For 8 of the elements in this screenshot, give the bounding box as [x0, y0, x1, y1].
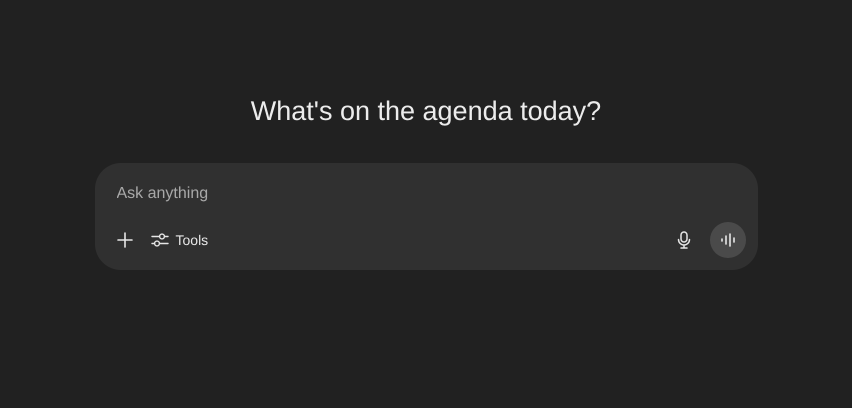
waveform-icon [720, 233, 736, 247]
prompt-input-field[interactable]: Ask anything [116, 181, 746, 207]
tools-button[interactable]: Tools [150, 226, 208, 254]
sliders-icon [150, 232, 168, 248]
plus-icon [116, 232, 132, 248]
voice-mode-button[interactable] [710, 222, 746, 258]
page-heading: What's on the agenda today? [250, 96, 602, 127]
microphone-icon [676, 231, 690, 249]
